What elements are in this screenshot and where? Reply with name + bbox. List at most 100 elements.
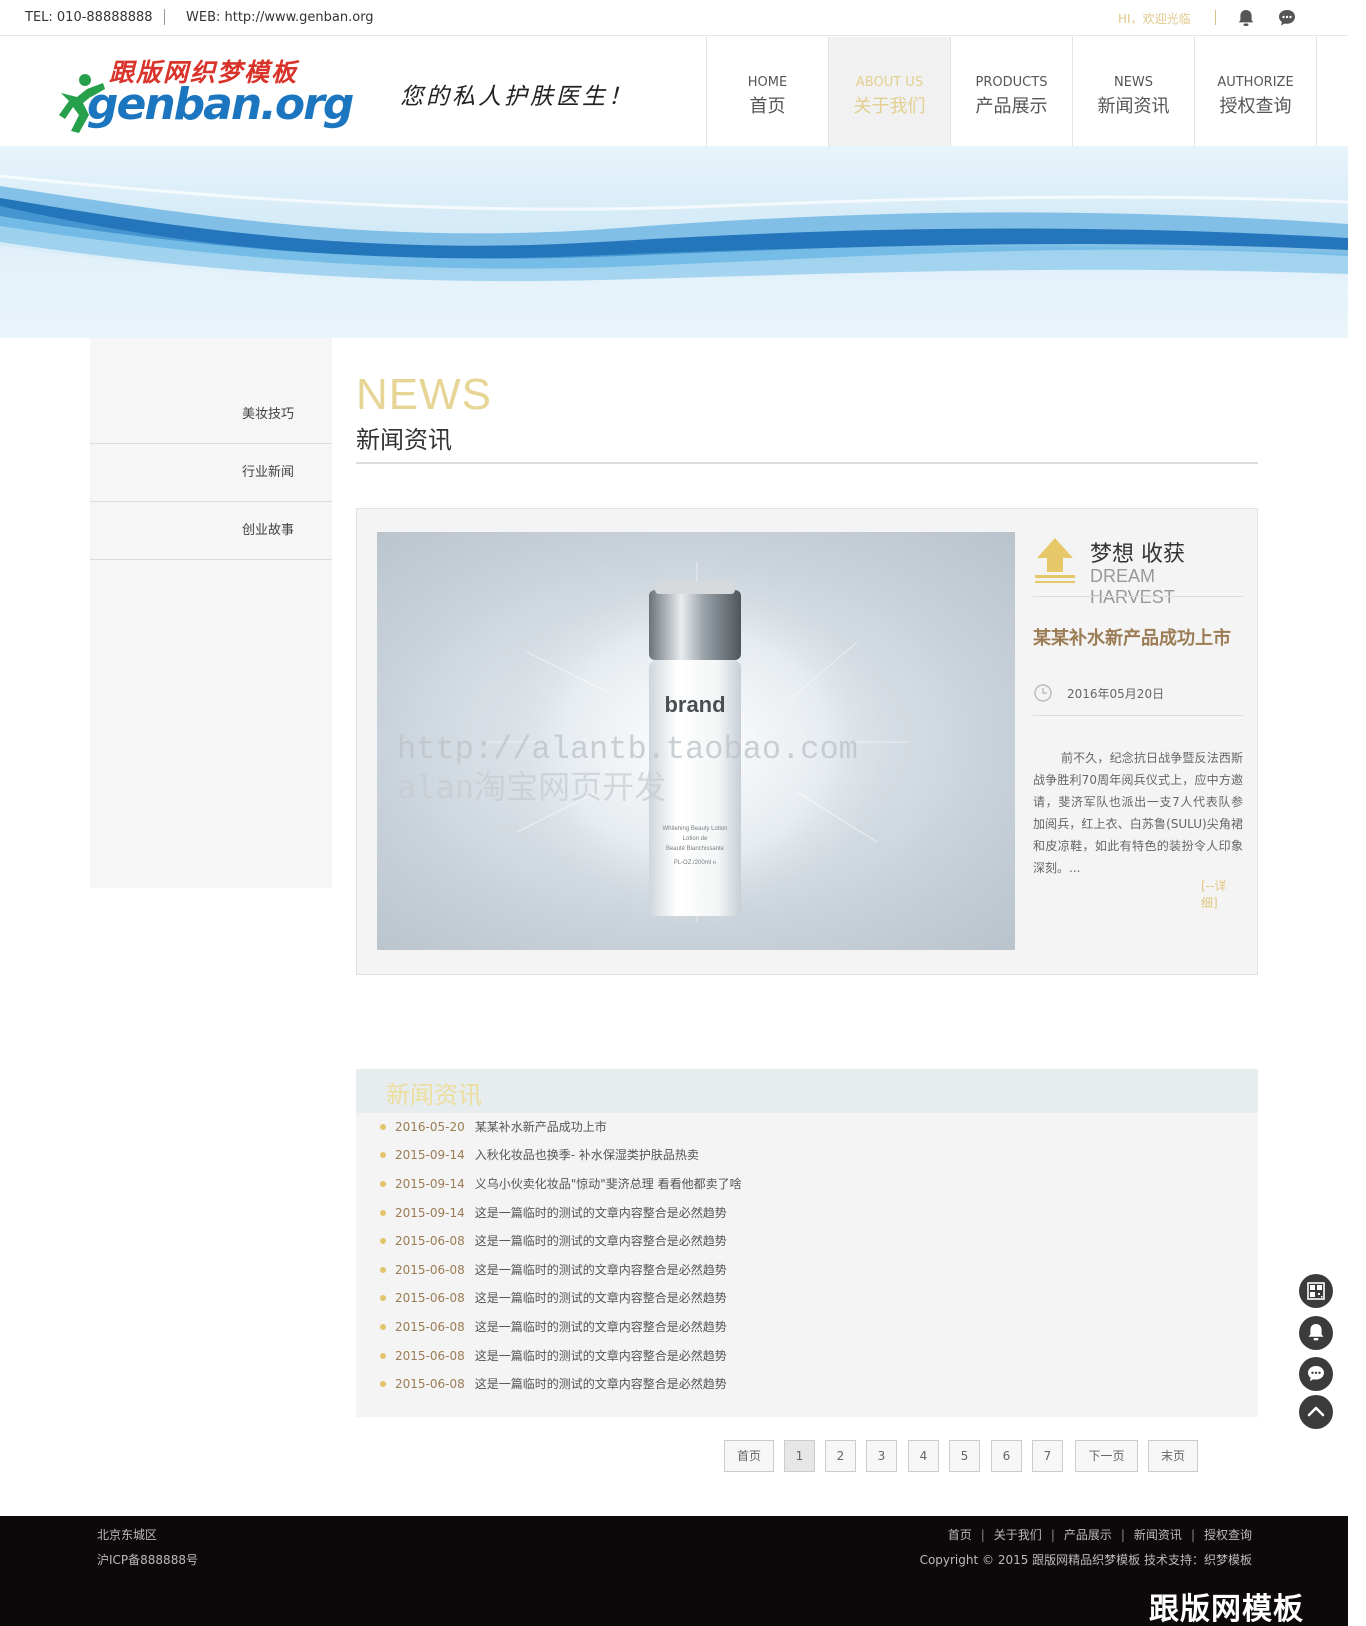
footer-link-home[interactable]: 首页 — [948, 1528, 972, 1542]
featured-date: 2016年05月20日 — [1067, 687, 1165, 701]
sidebar-item-makeup-tips[interactable]: 美妆技巧 — [90, 386, 332, 444]
featured-description: 前不久，纪念抗日战争暨反法西斯战争胜利70周年阅兵仪式上，应中方邀请，斐济军队也… — [1033, 751, 1243, 875]
footer-copyright: Copyright © 2015 跟版网精品织梦模板 技术支持：织梦模板 — [919, 1553, 1252, 1567]
nav-label-en: AUTHORIZE — [1217, 75, 1294, 90]
top-bar: TEL: 010-88888888 WEB: http://www.genban… — [0, 0, 1348, 36]
list-item[interactable]: 2015-06-08 这是一篇临时的测试的文章内容整合是必然趋势 — [380, 1318, 727, 1338]
pager-page-7[interactable]: 7 — [1032, 1440, 1063, 1472]
footer-link-about[interactable]: 关于我们 — [994, 1528, 1042, 1542]
list-item-title: 某某补水新产品成功上市 — [474, 1120, 607, 1134]
list-item-title: 义乌小伙卖化妆品"惊动"斐济总理 看看他都卖了啥 — [474, 1177, 742, 1191]
site-logo[interactable]: 跟版网织梦模板 genban.org — [57, 53, 354, 133]
footer-link-separator: | — [1190, 1528, 1195, 1542]
site-header: 跟版网织梦模板 genban.org 您的私人护肤医生！ HOME 首页 ABO… — [0, 37, 1348, 146]
back-to-top-button[interactable] — [1299, 1395, 1333, 1429]
footer-link-separator: | — [1050, 1528, 1055, 1542]
back-to-top-icon — [1307, 1406, 1325, 1417]
bottle-brand-text: brand — [664, 692, 725, 717]
list-item-title: 这是一篇临时的测试的文章内容整合是必然趋势 — [474, 1349, 727, 1363]
footer-link-news[interactable]: 新闻资讯 — [1134, 1528, 1182, 1542]
list-item-title: 这是一篇临时的测试的文章内容整合是必然趋势 — [474, 1206, 727, 1220]
greeting-text: HI，欢迎光临 — [1118, 12, 1191, 26]
list-item[interactable]: 2015-06-08 这是一篇临时的测试的文章内容整合是必然趋势 — [380, 1375, 727, 1395]
topbar-divider — [164, 9, 165, 25]
list-item-title: 这是一篇临时的测试的文章内容整合是必然趋势 — [474, 1320, 727, 1334]
bullet-icon — [380, 1180, 386, 1187]
section-title-en: NEWS — [356, 370, 492, 419]
float-bell-button[interactable] — [1299, 1316, 1333, 1350]
pager-page-1[interactable]: 1 — [784, 1440, 815, 1472]
list-item[interactable]: 2015-06-08 这是一篇临时的测试的文章内容整合是必然趋势 — [380, 1289, 727, 1309]
bullet-icon — [380, 1380, 386, 1387]
pager-last[interactable]: 末页 — [1148, 1440, 1198, 1472]
chat-icon[interactable] — [1276, 7, 1298, 29]
nav-home[interactable]: HOME 首页 — [707, 37, 829, 146]
list-item[interactable]: 2015-09-14 义乌小伙卖化妆品"惊动"斐济总理 看看他都卖了啥 — [380, 1175, 742, 1195]
list-item[interactable]: 2015-06-08 这是一篇临时的测试的文章内容整合是必然趋势 — [380, 1347, 727, 1367]
list-item[interactable]: 2016-05-20 某某补水新产品成功上市 — [380, 1118, 607, 1138]
water-wave-graphic — [0, 174, 1348, 338]
sidebar-item-startup-stories[interactable]: 创业故事 — [90, 502, 332, 560]
footer-link-separator: | — [1120, 1528, 1125, 1542]
list-item-title: 这是一篇临时的测试的文章内容整合是必然趋势 — [474, 1234, 727, 1248]
image-watermark-cn: alan淘宝网页开发 — [397, 768, 666, 806]
nav-about-us[interactable]: ABOUT US 关于我们 — [829, 37, 951, 146]
bottle-product-fr-text: Lotion de — [683, 836, 708, 842]
logo-english-text: genban.org — [87, 79, 354, 130]
list-item[interactable]: 2015-06-08 这是一篇临时的测试的文章内容整合是必然趋势 — [380, 1261, 727, 1281]
featured-product-image[interactable]: brand Whitening Beauty Lotion Lotion de … — [377, 532, 1015, 950]
float-chat-button[interactable] — [1299, 1357, 1333, 1391]
list-item[interactable]: 2015-09-14 入秋化妆品也换季- 补水保湿类护肤品热卖 — [380, 1146, 699, 1166]
nav-label-en: NEWS — [1113, 75, 1154, 90]
pager-page-3[interactable]: 3 — [866, 1440, 897, 1472]
list-item-title: 入秋化妆品也换季- 补水保湿类护肤品热卖 — [474, 1148, 699, 1162]
slogan: 您的私人护肤医生！ — [400, 84, 634, 110]
list-item[interactable]: 2015-09-14 这是一篇临时的测试的文章内容整合是必然趋势 — [380, 1204, 727, 1224]
pager-page-5[interactable]: 5 — [949, 1440, 980, 1472]
sidebar-item-industry-news[interactable]: 行业新闻 — [90, 444, 332, 502]
footer-icp[interactable]: 沪ICP备888888号 — [97, 1551, 198, 1568]
nav-products[interactable]: PRODUCTS 产品展示 — [951, 37, 1073, 146]
pager-first[interactable]: 首页 — [724, 1440, 774, 1472]
chat-icon — [1308, 1366, 1324, 1382]
read-more-link[interactable]: [--详细] — [1201, 877, 1243, 911]
heading-divider — [356, 462, 1258, 464]
list-item-date: 2015-06-08 — [395, 1349, 465, 1363]
section-title-cn: 新闻资讯 — [356, 426, 452, 454]
featured-title[interactable]: 某某补水新产品成功上市 — [1033, 624, 1231, 650]
bell-icon — [1308, 1324, 1324, 1341]
news-list: 新闻资讯 2016-05-20 某某补水新产品成功上市 2015-09-14 入秋化… — [356, 1069, 1258, 1417]
footer-address: 北京东城区 — [97, 1528, 158, 1542]
nav-news[interactable]: NEWS 新闻资讯 — [1073, 37, 1195, 146]
website-text: WEB: http://www.genban.org — [186, 10, 374, 25]
clock-icon — [1034, 684, 1052, 702]
bullet-icon — [380, 1352, 386, 1359]
pager-page-2[interactable]: 2 — [825, 1440, 856, 1472]
nav-label-cn: 关于我们 — [853, 96, 926, 117]
bottle-product-fr2-text: Beauté Blanchissante — [666, 846, 725, 852]
list-item-title: 这是一篇临时的测试的文章内容整合是必然趋势 — [474, 1291, 727, 1305]
image-watermark-url: http://alantb.taobao.com — [397, 731, 858, 768]
detail-divider — [1033, 596, 1243, 597]
list-item-date: 2015-06-08 — [395, 1320, 465, 1334]
pager-page-6[interactable]: 6 — [991, 1440, 1022, 1472]
featured-news: brand Whitening Beauty Lotion Lotion de … — [356, 508, 1258, 975]
pager-next[interactable]: 下一页 — [1075, 1440, 1138, 1472]
qrcode-button[interactable] — [1299, 1274, 1333, 1308]
nav-authorize[interactable]: AUTHORIZE 授权查询 — [1195, 37, 1317, 146]
footer-link-products[interactable]: 产品展示 — [1064, 1528, 1112, 1542]
nav-label-cn: 产品展示 — [975, 96, 1048, 117]
arrow-up-icon — [1035, 538, 1075, 583]
pager-page-4[interactable]: 4 — [908, 1440, 939, 1472]
bullet-icon — [380, 1151, 386, 1158]
bullet-icon — [380, 1294, 386, 1301]
bullet-icon — [380, 1123, 386, 1130]
nav-label-en: HOME — [747, 75, 788, 90]
bell-icon[interactable] — [1235, 7, 1257, 29]
bottle-product-text: Whitening Beauty Lotion — [662, 826, 727, 832]
list-item[interactable]: 2015-06-08 这是一篇临时的测试的文章内容整合是必然趋势 — [380, 1232, 727, 1252]
footer-link-authorize[interactable]: 授权查询 — [1204, 1528, 1252, 1542]
category-sidebar: 美妆技巧 行业新闻 创业故事 — [90, 338, 332, 888]
bullet-icon — [380, 1323, 386, 1330]
footer-link-separator: | — [980, 1528, 985, 1542]
